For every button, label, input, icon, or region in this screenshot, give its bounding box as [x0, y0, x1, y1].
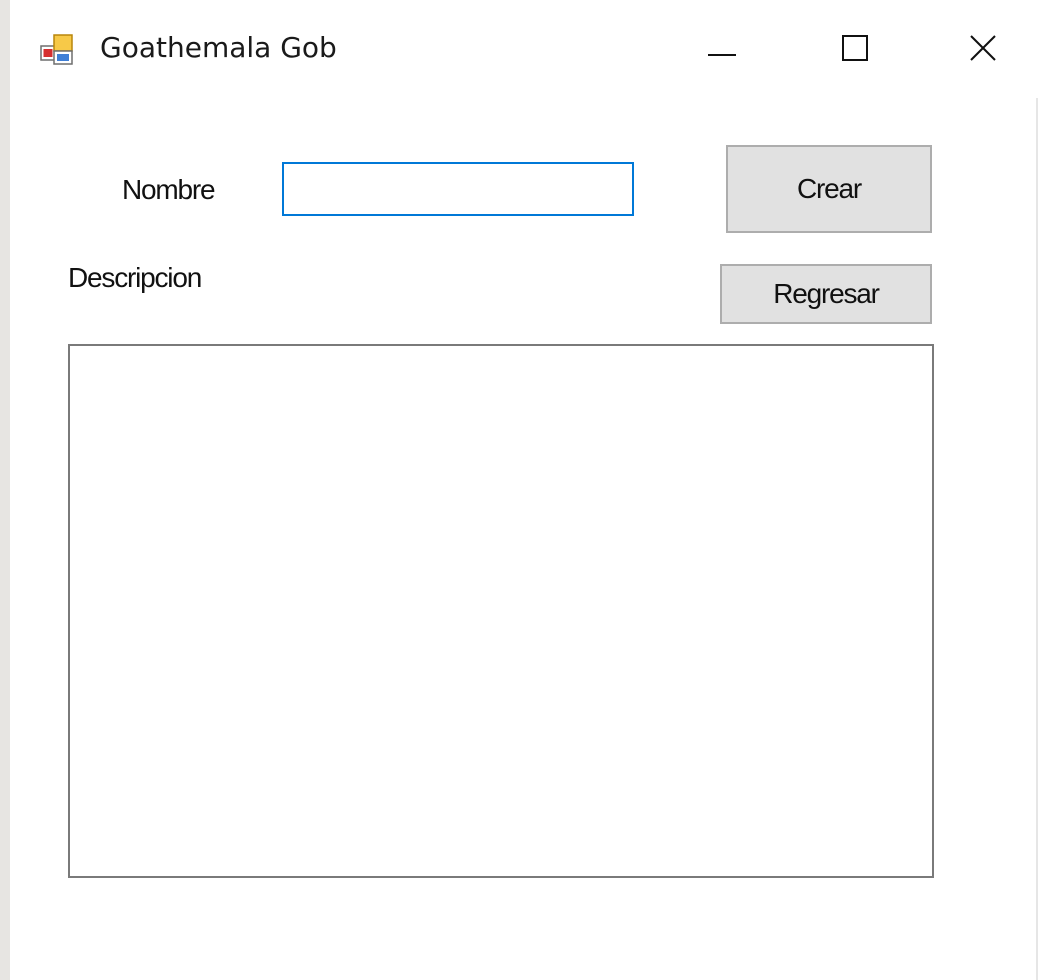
title-bar[interactable]: Goathemala Gob	[10, 0, 1038, 98]
crear-button[interactable]: Crear	[726, 145, 932, 233]
windows-form-icon	[40, 34, 73, 65]
regresar-button[interactable]: Regresar	[720, 264, 932, 324]
close-button[interactable]	[948, 20, 1018, 76]
nombre-input[interactable]	[282, 162, 634, 216]
app-window: Goathemala Gob Nombre Crear Descripcion …	[10, 0, 1038, 980]
close-icon	[970, 35, 996, 61]
form-client-area: Nombre Crear Descripcion Regresar	[10, 98, 1038, 980]
minimize-icon	[708, 54, 736, 56]
nombre-label: Nombre	[122, 174, 216, 205]
descripcion-textarea[interactable]	[68, 344, 934, 878]
window-title: Goathemala Gob	[100, 31, 337, 64]
maximize-button[interactable]	[820, 20, 890, 76]
descripcion-label: Descripcion	[68, 262, 202, 293]
maximize-icon	[842, 35, 868, 61]
minimize-button[interactable]	[687, 20, 757, 76]
